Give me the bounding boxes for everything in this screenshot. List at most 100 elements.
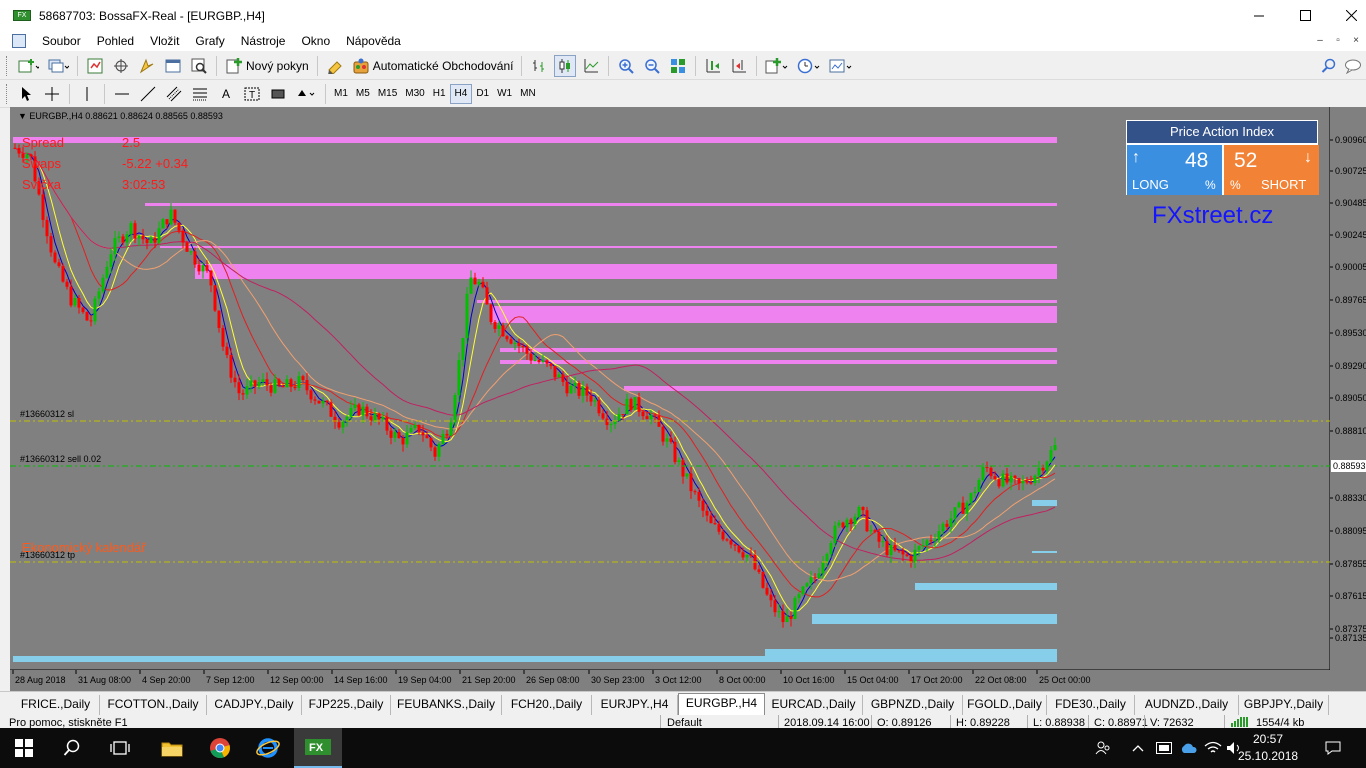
metatrader-taskbar-icon[interactable]: FX: [294, 728, 342, 768]
metaeditor-icon[interactable]: [324, 55, 346, 77]
taskbar-app-icon[interactable]: [1153, 728, 1175, 768]
candle[interactable]: [761, 571, 765, 589]
new-chart-icon[interactable]: [15, 55, 41, 77]
minimize-icon[interactable]: [1236, 0, 1282, 31]
tab-cadjpy-daily[interactable]: CADJPY.,Daily: [207, 695, 302, 715]
support-zone[interactable]: [765, 649, 1057, 656]
arrows-dropdown-icon[interactable]: [293, 83, 319, 105]
candle[interactable]: [85, 311, 89, 321]
internet-explorer-icon[interactable]: [244, 728, 292, 768]
menu-grafy[interactable]: Grafy: [187, 34, 232, 48]
tab-frice-daily[interactable]: FRICE.,Daily: [12, 695, 100, 715]
auto-scroll-icon[interactable]: [728, 55, 750, 77]
candle[interactable]: [213, 284, 217, 313]
start-icon[interactable]: [0, 728, 48, 768]
tab-fcotton-daily[interactable]: FCOTTON.,Daily: [100, 695, 207, 715]
resistance-zone[interactable]: [477, 300, 1057, 303]
tab-fch20-daily[interactable]: FCH20.,Daily: [502, 695, 592, 715]
strategy-tester-icon[interactable]: [188, 55, 210, 77]
timeframe-m30[interactable]: M30: [401, 84, 428, 104]
candle[interactable]: [793, 596, 797, 620]
channel-icon[interactable]: [163, 83, 185, 105]
candle[interactable]: [465, 287, 469, 344]
tab-eurgbp-h4[interactable]: EURGBP.,H4: [678, 693, 765, 715]
close-icon[interactable]: [1328, 0, 1366, 31]
menu-vlozit[interactable]: Vložit: [142, 34, 187, 48]
support-zone[interactable]: [1032, 551, 1057, 553]
tab-fgold-daily[interactable]: FGOLD.,Daily: [963, 695, 1047, 715]
new-order-button[interactable]: Nový pokyn: [223, 55, 311, 77]
mdi-minimize-icon[interactable]: –: [1313, 34, 1327, 48]
chat-icon[interactable]: [1342, 55, 1364, 77]
auto-trading-button[interactable]: Automatické Obchodování: [350, 55, 516, 77]
menu-nastroje[interactable]: Nástroje: [233, 34, 294, 48]
candle[interactable]: [357, 402, 361, 417]
shapes-icon[interactable]: [267, 83, 289, 105]
candle[interactable]: [173, 209, 177, 225]
periods-icon[interactable]: [795, 55, 823, 77]
crosshair-nav-icon[interactable]: [110, 55, 132, 77]
tab-gbpnzd-daily[interactable]: GBPNZD.,Daily: [863, 695, 963, 715]
toolbar-grip[interactable]: [6, 55, 9, 76]
indicators-icon[interactable]: [763, 55, 791, 77]
chart-window-icon[interactable]: [12, 34, 26, 48]
search-icon[interactable]: [1318, 55, 1340, 77]
text-tool-icon[interactable]: A: [215, 83, 237, 105]
zoom-out-icon[interactable]: [641, 55, 663, 77]
candle[interactable]: [317, 400, 321, 404]
cursor-icon[interactable]: [15, 83, 37, 105]
chart-window[interactable]: #13660312 sl #13660312 sell 0.02 #13660312…: [10, 107, 1366, 691]
market-watch-icon[interactable]: [84, 55, 106, 77]
candle[interactable]: [857, 505, 861, 518]
resistance-zone[interactable]: [13, 137, 1057, 143]
chrome-icon[interactable]: [196, 728, 244, 768]
resistance-zone[interactable]: [624, 386, 1057, 391]
resistance-zone[interactable]: [492, 306, 1057, 323]
task-view-icon[interactable]: [96, 728, 144, 768]
people-icon[interactable]: [1092, 728, 1114, 768]
terminal-icon[interactable]: [162, 55, 184, 77]
candlestick-chart-icon[interactable]: [554, 54, 577, 77]
line-chart-icon[interactable]: [580, 55, 602, 77]
timeframe-m1[interactable]: M1: [330, 84, 352, 104]
status-profile[interactable]: Default: [667, 717, 702, 728]
candle[interactable]: [633, 397, 637, 411]
menu-napoveda[interactable]: Nápověda: [338, 34, 409, 48]
crosshair-icon[interactable]: [41, 83, 63, 105]
wifi-icon[interactable]: [1202, 728, 1224, 768]
candle[interactable]: [93, 296, 97, 325]
support-zone[interactable]: [915, 583, 1057, 590]
chart-shift-icon[interactable]: [702, 55, 724, 77]
candle[interactable]: [61, 263, 65, 283]
vertical-line-icon[interactable]: [76, 83, 98, 105]
profiles-icon[interactable]: [45, 55, 71, 77]
tab-fjp225-daily[interactable]: FJP225.,Daily: [302, 695, 391, 715]
support-zone[interactable]: [1032, 500, 1057, 506]
tab-fde30-daily[interactable]: FDE30.,Daily: [1047, 695, 1135, 715]
toolbar-grip[interactable]: [6, 83, 9, 104]
resistance-zone[interactable]: [500, 360, 1057, 364]
timeframe-mn[interactable]: MN: [516, 84, 540, 104]
menu-pohled[interactable]: Pohled: [89, 34, 142, 48]
resistance-zone[interactable]: [160, 246, 1057, 248]
tab-gbpjpy-daily[interactable]: GBPJPY.,Daily: [1239, 695, 1329, 715]
navigator-icon[interactable]: [136, 55, 158, 77]
economic-calendar-label[interactable]: Ekonomický kalendář: [22, 540, 146, 555]
fibonacci-icon[interactable]: [189, 83, 211, 105]
tray-expand-icon[interactable]: [1128, 728, 1148, 768]
taskbar-clock[interactable]: 20:57 25.10.2018: [1238, 731, 1298, 765]
timeframe-d1[interactable]: D1: [472, 84, 493, 104]
candle[interactable]: [489, 303, 493, 325]
candle[interactable]: [185, 241, 189, 252]
file-explorer-icon[interactable]: [148, 728, 196, 768]
notifications-icon[interactable]: [1318, 728, 1348, 768]
support-zone[interactable]: [812, 614, 1057, 624]
resistance-zone[interactable]: [500, 348, 1057, 352]
menu-soubor[interactable]: Soubor: [34, 34, 89, 48]
text-label-icon[interactable]: T: [241, 83, 263, 105]
tab-feubanks-daily[interactable]: FEUBANKS.,Daily: [391, 695, 502, 715]
bar-chart-icon[interactable]: [528, 55, 550, 77]
resistance-zone[interactable]: [145, 203, 1057, 206]
candle[interactable]: [161, 217, 165, 229]
zoom-in-icon[interactable]: [615, 55, 637, 77]
